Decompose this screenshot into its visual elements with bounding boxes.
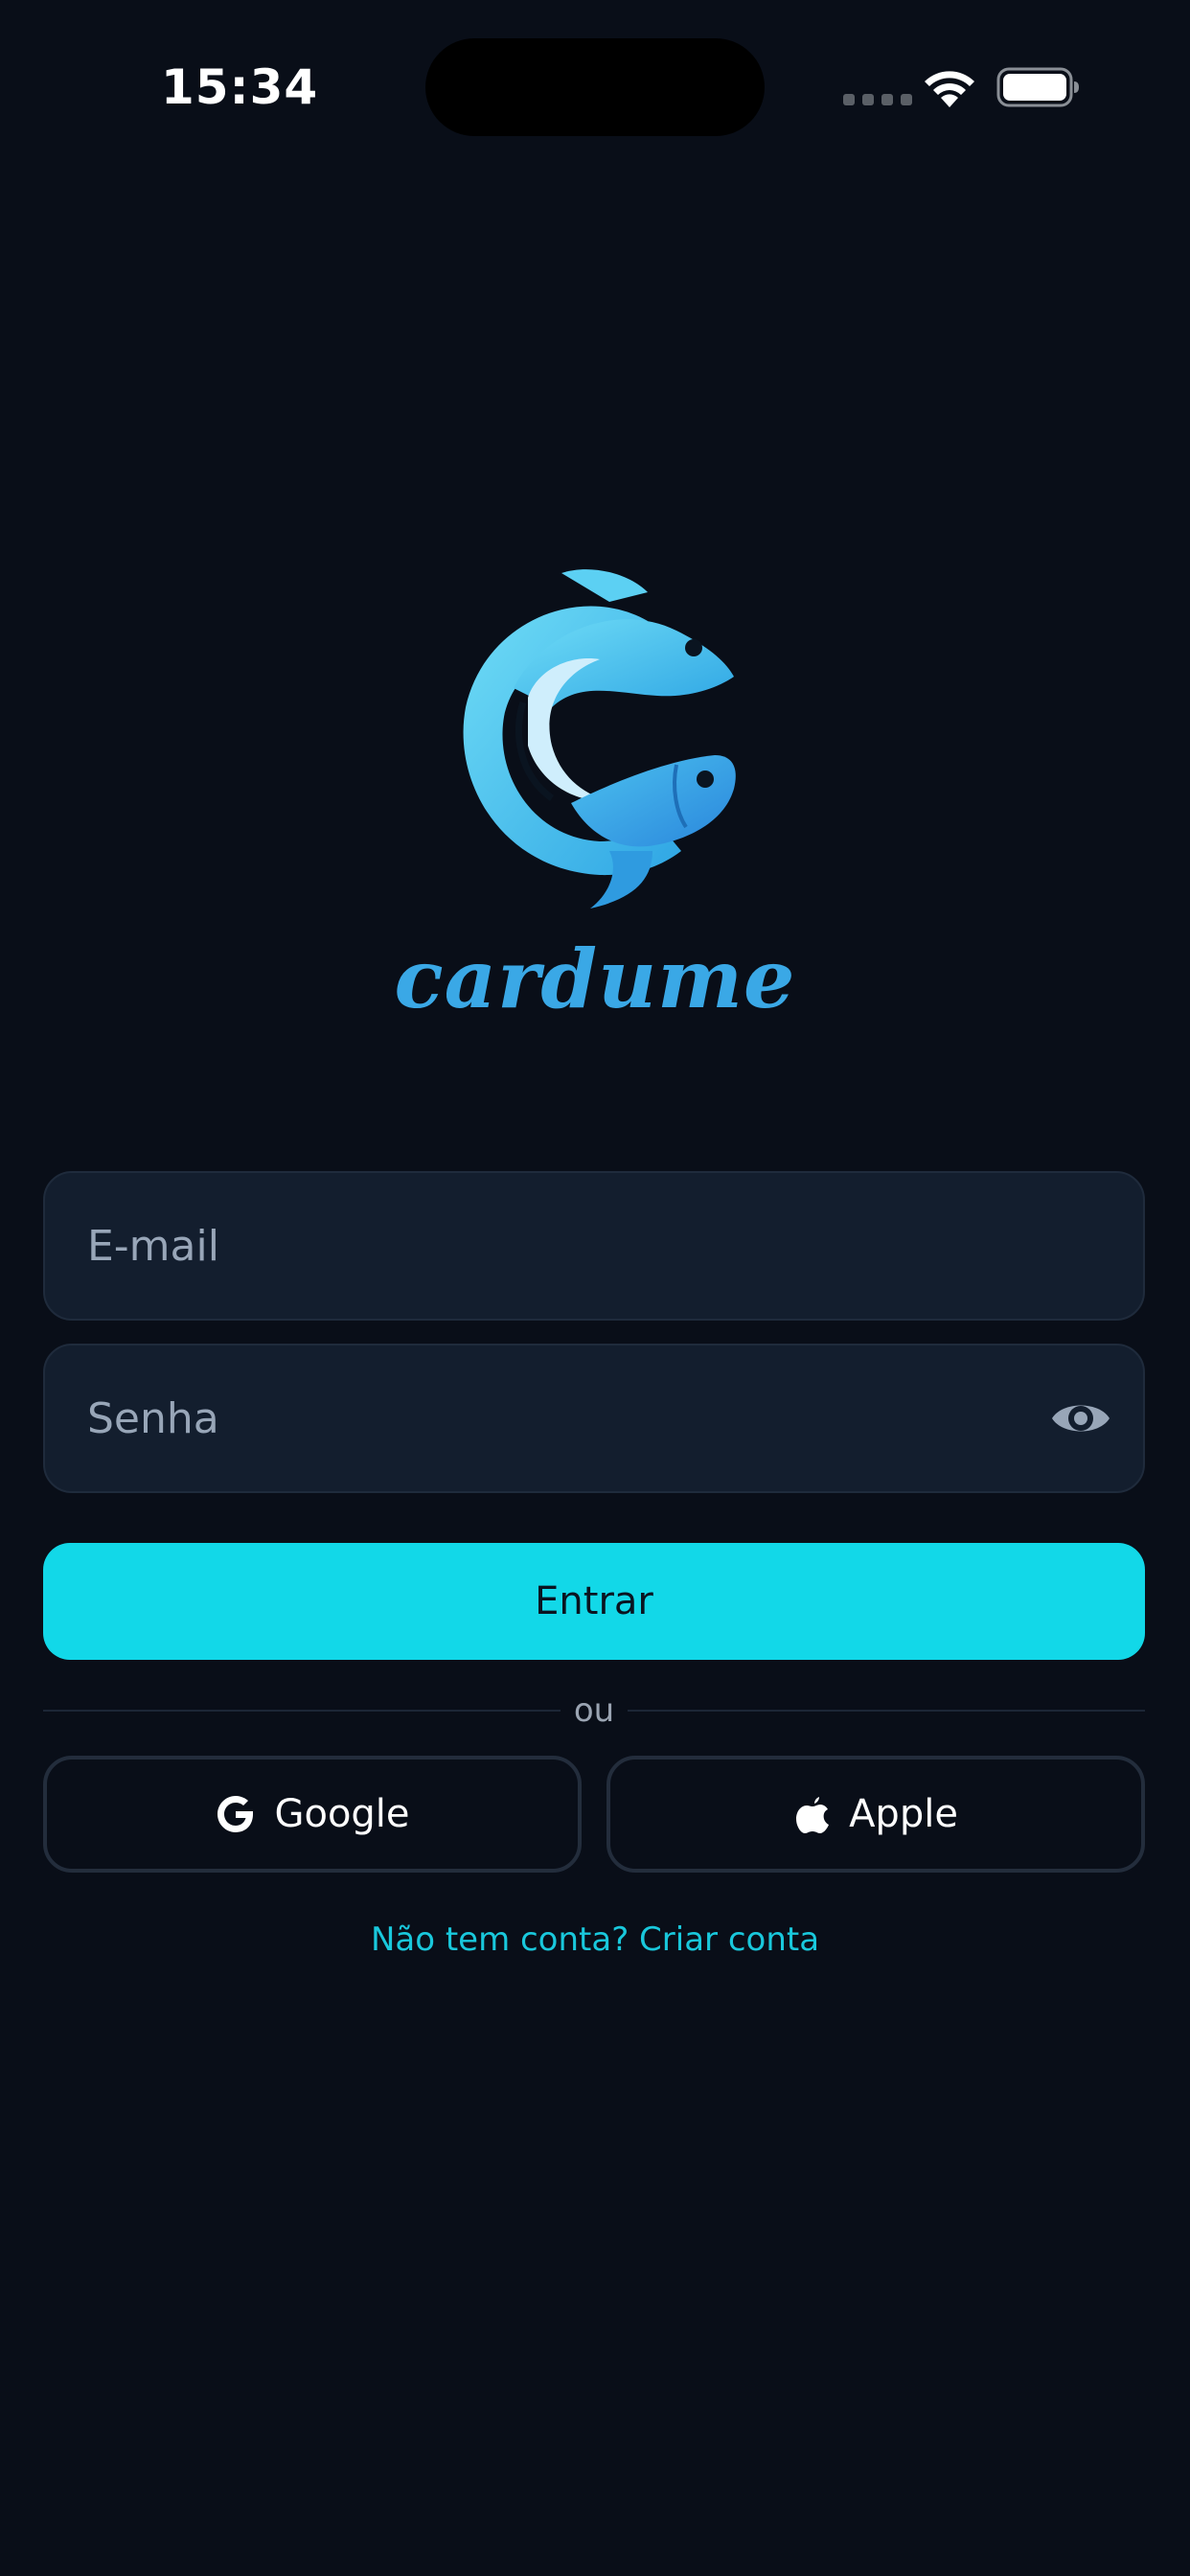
- create-account-link[interactable]: Não tem conta? Criar conta: [0, 1920, 1190, 1959]
- google-icon: [217, 1796, 254, 1832]
- google-login-button[interactable]: Google: [43, 1756, 582, 1873]
- email-input[interactable]: [87, 1173, 1007, 1319]
- fish-logo-icon: [463, 569, 736, 908]
- eye-icon[interactable]: [1049, 1392, 1112, 1445]
- brand-name: cardume: [394, 932, 796, 1026]
- status-bar: 15:34: [0, 0, 1190, 172]
- login-button[interactable]: Entrar: [43, 1543, 1145, 1660]
- divider: ou: [43, 1687, 1145, 1735]
- signal-icon: [843, 94, 912, 105]
- wifi-icon: [925, 71, 974, 107]
- apple-label: Apple: [849, 1792, 958, 1836]
- battery-icon: [996, 67, 1079, 107]
- google-label: Google: [274, 1792, 410, 1836]
- status-time: 15:34: [161, 59, 319, 115]
- password-input[interactable]: [87, 1346, 1007, 1491]
- apple-login-button[interactable]: Apple: [606, 1756, 1145, 1873]
- dynamic-island: [425, 38, 765, 136]
- password-field[interactable]: [43, 1344, 1145, 1493]
- email-field[interactable]: [43, 1171, 1145, 1321]
- divider-line-right: [628, 1710, 1145, 1712]
- apple-icon: [796, 1797, 830, 1833]
